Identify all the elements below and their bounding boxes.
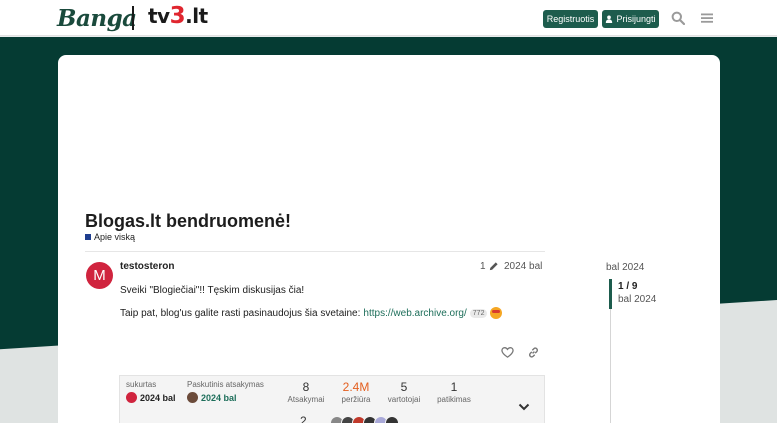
timeline-current-date: bal 2024 — [618, 294, 657, 305]
post-text: Taip pat, blog'us galite rasti pasinaudo… — [120, 307, 361, 319]
login-button[interactable]: Prisijungti — [602, 10, 659, 28]
avatar — [385, 416, 399, 423]
created-label: sukurtas — [126, 380, 157, 389]
timeline-track[interactable] — [610, 309, 611, 423]
last-reply-date: 2024 bal — [201, 392, 237, 403]
tv3-logo-part-a: tv — [148, 4, 170, 28]
heart-icon[interactable] — [501, 346, 514, 359]
last-reply-value[interactable]: 2024 bal — [187, 392, 237, 403]
created-value[interactable]: 2024 bal — [126, 392, 176, 403]
search-icon[interactable] — [671, 11, 685, 25]
avatar[interactable]: M — [86, 262, 113, 289]
tv3-logo[interactable]: tv3.lt — [148, 3, 208, 29]
link-icon[interactable] — [527, 346, 540, 359]
replies-label: Atsakymai — [287, 395, 325, 404]
topic-map: sukurtas 2024 bal Paskutinis atsakymas 2… — [119, 375, 545, 423]
timeline-start-date[interactable]: bal 2024 — [606, 262, 644, 273]
banga-logo[interactable]: Banga — [57, 5, 137, 32]
users-label: vartotojai — [387, 395, 421, 404]
login-label: Prisijungti — [616, 14, 656, 24]
link-click-count: 772 — [469, 308, 488, 318]
replies-count: 8 — [302, 380, 310, 394]
timeline-scroll-handle[interactable] — [609, 279, 612, 309]
post-paragraph: Taip pat, blog'us galite rasti pasinaudo… — [120, 307, 503, 319]
likes-count: 1 — [450, 380, 458, 394]
category-badge[interactable]: Apie viską — [85, 232, 135, 242]
edit-count: 1 — [480, 261, 486, 272]
site-header: Banga tv3.lt Registruotis Prisijungti — [0, 0, 777, 36]
avatar — [126, 392, 137, 403]
views-label: peržiūra — [341, 395, 371, 404]
archive-link[interactable]: https://web.archive.org/ — [363, 308, 466, 319]
category-label: Apie viską — [94, 232, 136, 242]
edit-history[interactable]: 1 — [480, 261, 499, 272]
topic-title[interactable]: Blogas.lt bendruomenė! — [85, 211, 291, 232]
post-paragraph: Sveiki "Blogiečiai"!! Tęskim diskusijas … — [120, 285, 305, 296]
hamburger-menu-icon[interactable] — [700, 11, 714, 25]
participant-avatars[interactable] — [330, 416, 399, 423]
partial-count: 2 — [300, 414, 307, 423]
post-username[interactable]: testosteron — [120, 261, 174, 272]
last-reply-label: Paskutinis atsakymas — [187, 380, 264, 389]
tv3-logo-part-c: .lt — [185, 4, 208, 28]
tv3-logo-part-b: 3 — [169, 3, 186, 29]
smiling-emoji-icon — [490, 307, 503, 319]
timeline-position: 1 / 9 — [618, 281, 638, 292]
users-count: 5 — [400, 380, 408, 394]
chevron-down-icon[interactable] — [518, 402, 530, 412]
title-divider — [85, 251, 545, 252]
category-color-square — [85, 234, 91, 240]
register-button[interactable]: Registruotis — [543, 10, 598, 28]
pencil-icon — [489, 262, 498, 271]
logo-divider — [132, 6, 134, 30]
created-date: 2024 bal — [140, 392, 176, 403]
views-count: 2.4M — [342, 380, 370, 394]
avatar — [187, 392, 198, 403]
post-date[interactable]: 2024 bal — [504, 261, 542, 272]
user-icon — [606, 15, 613, 23]
topic-card — [58, 55, 720, 423]
likes-label: patikimas — [437, 395, 471, 404]
